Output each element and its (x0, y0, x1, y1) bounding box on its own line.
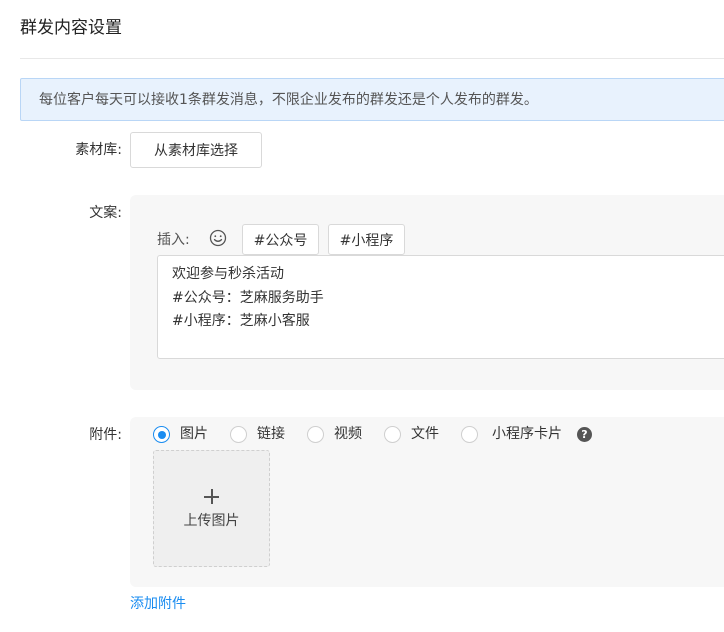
notice-text: 每位客户每天可以接收1条群发消息，不限企业发布的群发还是个人发布的群发。 (39, 92, 538, 108)
help-icon[interactable]: ? (577, 427, 592, 442)
radio-file-label[interactable]: 文件 (411, 425, 439, 443)
title-divider (20, 58, 724, 59)
upload-image-label: 上传图片 (183, 513, 240, 529)
attachment-label: 附件: (89, 427, 122, 443)
radio-file[interactable] (384, 426, 401, 443)
select-material-button[interactable]: 从素材库选择 (130, 132, 262, 168)
radio-image-label[interactable]: 图片 (180, 425, 208, 443)
radio-image[interactable] (153, 426, 170, 443)
copy-label: 文案: (89, 205, 122, 221)
emoji-icon[interactable] (209, 229, 227, 247)
add-attachment-link[interactable]: 添加附件 (130, 595, 186, 613)
notice-banner: 每位客户每天可以接收1条群发消息，不限企业发布的群发还是个人发布的群发。 (20, 78, 724, 121)
radio-link-label[interactable]: 链接 (257, 425, 285, 443)
material-label: 素材库: (75, 142, 122, 158)
insert-mini-program-button[interactable]: #小程序 (328, 224, 405, 255)
insert-official-account-button[interactable]: #公众号 (242, 224, 319, 255)
upload-image-button[interactable]: 上传图片 (153, 450, 270, 567)
plus-icon (204, 489, 220, 505)
radio-mini-program-card[interactable] (461, 426, 478, 443)
radio-video-label[interactable]: 视频 (334, 425, 362, 443)
page-title: 群发内容设置 (20, 18, 122, 38)
copy-textarea[interactable]: 欢迎参与秒杀活动 #公众号：芝麻服务助手 #小程序：芝麻小客服 (157, 255, 724, 359)
radio-video[interactable] (307, 426, 324, 443)
radio-mini-program-card-label[interactable]: 小程序卡片 (492, 425, 562, 443)
insert-label: 插入: (157, 232, 190, 248)
radio-link[interactable] (230, 426, 247, 443)
